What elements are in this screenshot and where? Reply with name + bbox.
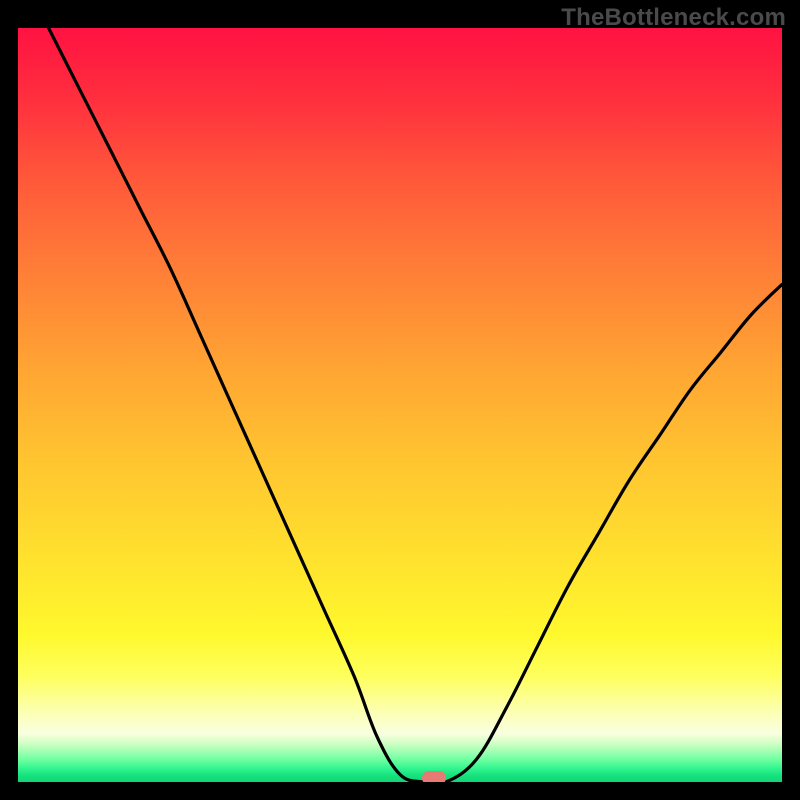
chart-frame: TheBottleneck.com (0, 0, 800, 800)
plot-area (18, 28, 782, 782)
bottleneck-curve (18, 28, 782, 782)
optimal-point-marker (422, 771, 446, 782)
watermark-text: TheBottleneck.com (561, 4, 786, 32)
